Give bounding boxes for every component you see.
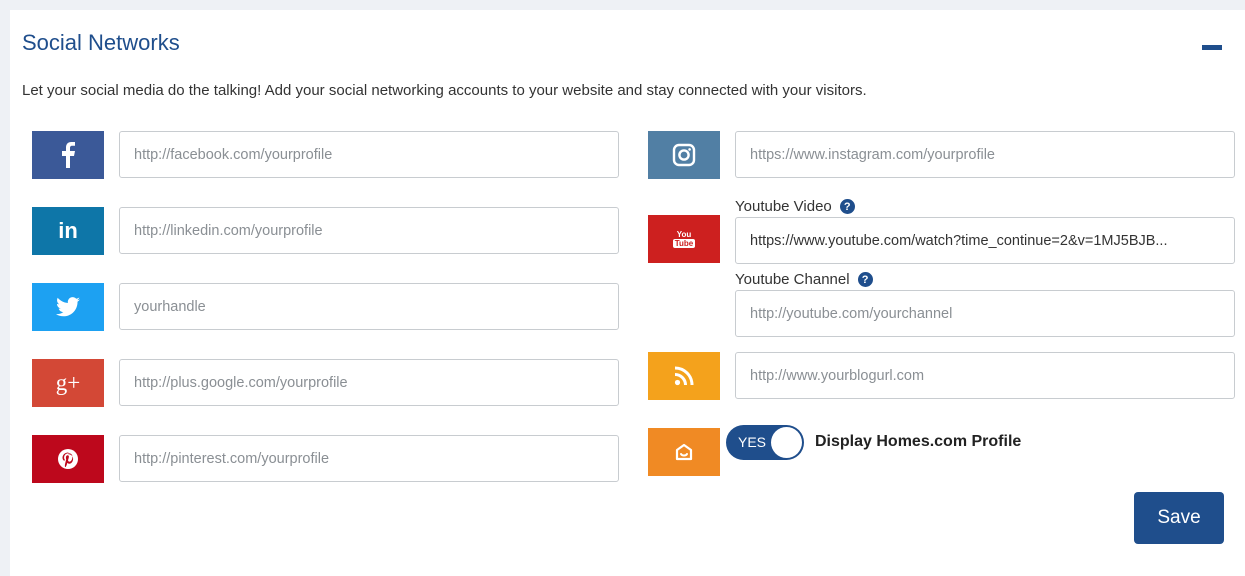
homes-profile-toggle[interactable]: YES xyxy=(726,425,804,460)
youtube-video-label-text: Youtube Video xyxy=(735,198,832,215)
collapse-button[interactable] xyxy=(1202,45,1222,50)
pinterest-input[interactable] xyxy=(119,435,619,482)
rss-icon xyxy=(648,352,720,400)
youtube-video-label: Youtube Video ? xyxy=(735,198,855,215)
youtube-icon: You Tube xyxy=(648,215,720,263)
save-button[interactable]: Save xyxy=(1134,492,1224,544)
linkedin-input[interactable] xyxy=(119,207,619,254)
google-plus-input[interactable] xyxy=(119,359,619,406)
homes-icon xyxy=(648,428,720,476)
pinterest-icon xyxy=(32,435,104,483)
youtube-video-input[interactable] xyxy=(735,217,1235,264)
instagram-input[interactable] xyxy=(735,131,1235,178)
youtube-channel-label-text: Youtube Channel xyxy=(735,271,850,288)
youtube-channel-label: Youtube Channel ? xyxy=(735,271,873,288)
help-icon[interactable]: ? xyxy=(839,199,855,214)
section-description: Let your social media do the talking! Ad… xyxy=(22,82,867,99)
instagram-icon xyxy=(648,131,720,179)
youtube-icon-tube: Tube xyxy=(672,239,696,248)
section-title: Social Networks xyxy=(22,30,180,55)
facebook-icon xyxy=(32,131,104,179)
youtube-channel-input[interactable] xyxy=(735,290,1235,337)
toggle-knob xyxy=(771,427,802,458)
homes-profile-label: Display Homes.com Profile xyxy=(815,433,1022,450)
linkedin-icon: in xyxy=(32,207,104,255)
toggle-yes-text: YES xyxy=(738,434,767,450)
blog-input[interactable] xyxy=(735,352,1235,399)
youtube-icon-you: You xyxy=(676,230,692,239)
twitter-input[interactable] xyxy=(119,283,619,330)
google-plus-icon: g+ xyxy=(32,359,104,407)
facebook-input[interactable] xyxy=(119,131,619,178)
help-icon[interactable]: ? xyxy=(857,272,873,287)
twitter-icon xyxy=(32,283,104,331)
